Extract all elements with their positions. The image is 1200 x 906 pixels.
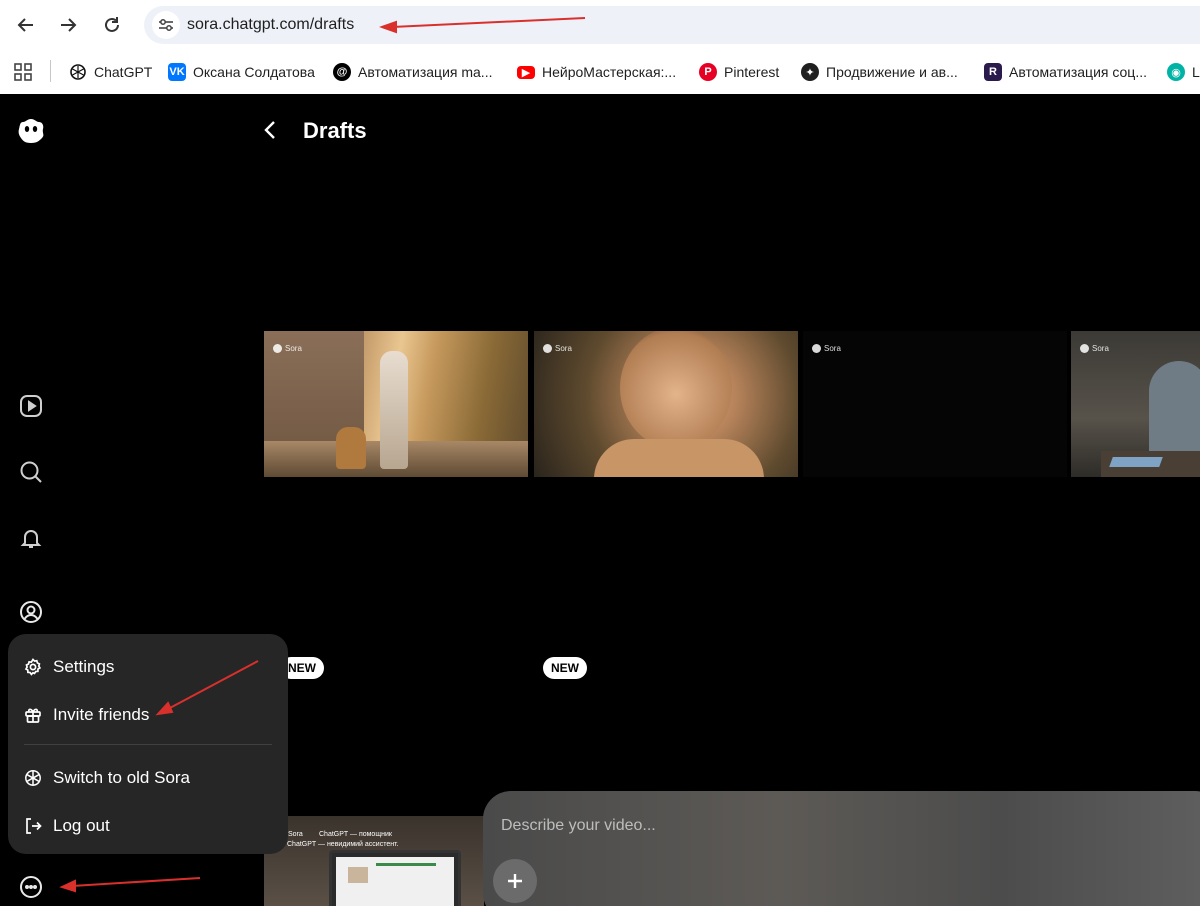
sora-badge: Sora [273,344,302,353]
bookmark-pinterest[interactable]: P Pinterest [699,50,779,94]
bookmark-vk[interactable]: VK Оксана Солдатова [168,50,315,94]
apps-grid-icon[interactable] [14,50,32,94]
menu-divider [24,744,272,745]
threads-icon: @ [333,63,351,81]
menu-item-label: Invite friends [53,705,150,724]
draft-thumbnail[interactable]: Sora [534,331,798,477]
sora-badge: Sora [812,344,841,353]
bookmark-promo[interactable]: ✦ Продвижение и ав... [801,50,958,94]
add-media-button[interactable] [493,859,537,903]
bookmark-label: Продвижение и ав... [826,64,958,80]
prompt-composer: Describe your video... [483,791,1200,906]
address-bar[interactable]: sora.chatgpt.com/drafts [144,6,1200,44]
bookmark-label: Автоматизация соц... [1009,64,1147,80]
gift-icon [25,708,41,723]
chatgpt-icon [69,63,87,81]
openai-icon [25,770,41,786]
sora-badge: Sora [1080,344,1109,353]
search-icon[interactable] [17,458,45,486]
back-chevron-icon[interactable] [258,118,282,142]
sora-badge: Sora [288,831,303,838]
menu-item-switch-old-sora[interactable]: Switch to old Sora [24,763,190,793]
menu-item-log-out[interactable]: Log out [24,811,110,841]
draft-thumbnail[interactable]: Sora [264,331,528,477]
menu-item-label: Log out [53,816,110,835]
bell-icon[interactable] [17,524,45,552]
page-title: Drafts [303,118,367,143]
bookmark-chatgpt[interactable]: ChatGPT [69,50,152,94]
site-settings-icon[interactable] [152,11,180,39]
youtube-icon: ▶ [517,65,535,79]
url-text[interactable]: sora.chatgpt.com/drafts [187,16,354,34]
bookmarks-divider [50,60,51,82]
sora-logo-icon[interactable] [16,116,46,146]
sora-app: Drafts Sora Sora Sora Sora NEW NEW Sora … [0,94,1200,906]
plus-icon [508,874,522,888]
menu-item-label: Settings [53,657,115,676]
profile-icon[interactable] [17,598,45,626]
bookmark-youtube[interactable]: ▶ НейроМастерская:... [517,50,676,94]
menu-item-invite-friends[interactable]: Invite friends [24,700,149,730]
thumbnail-caption: ChatGPT — помощник [319,831,392,838]
new-badge: NEW [543,657,587,679]
sparkle-icon: ✦ [801,63,819,81]
sora-badge: Sora [543,344,572,353]
pinterest-icon: P [699,63,717,81]
draft-thumbnail[interactable]: Sora ChatGPT — помощник ChatGPT — невиди… [264,816,484,906]
bookmark-label: ChatGPT [94,64,153,80]
logout-icon [26,818,42,834]
menu-item-settings[interactable]: Settings [24,652,114,682]
r-logo-icon: R [984,63,1002,81]
draft-thumbnail[interactable]: Sora [1071,331,1200,477]
more-options-menu: Settings Invite friends Switch to old So… [8,634,288,854]
bookmark-l[interactable]: ◉ L [1167,50,1200,94]
bookmarks-bar: ChatGPT VK Оксана Солдатова @ Автоматиза… [0,50,1200,94]
bookmark-threads[interactable]: @ Автоматизация ma... [333,50,492,94]
menu-item-label: Switch to old Sora [53,768,191,787]
video-feed-icon[interactable] [17,392,45,420]
prompt-input[interactable]: Describe your video... [501,817,656,835]
browser-toolbar: sora.chatgpt.com/drafts [0,0,1200,50]
bookmark-automation[interactable]: R Автоматизация соц... [984,50,1147,94]
eye-icon: ◉ [1167,63,1185,81]
back-arrow-icon[interactable] [12,11,40,39]
gear-icon [24,658,42,676]
bookmark-label: Автоматизация ma... [358,64,493,80]
bookmark-label: НейроМастерская:... [542,64,677,80]
bookmark-label: L [1192,64,1200,80]
vk-icon: VK [168,63,186,81]
bookmark-label: Pinterest [724,64,780,80]
laptop-image [329,850,461,906]
thumbnail-caption: ChatGPT — невидимий ассистент. [287,841,399,848]
draft-thumbnail[interactable]: Sora [803,331,1067,477]
bookmark-label: Оксана Солдатова [193,64,315,80]
more-options-icon[interactable] [17,873,45,901]
reload-icon[interactable] [98,11,126,39]
forward-arrow-icon[interactable] [54,11,82,39]
